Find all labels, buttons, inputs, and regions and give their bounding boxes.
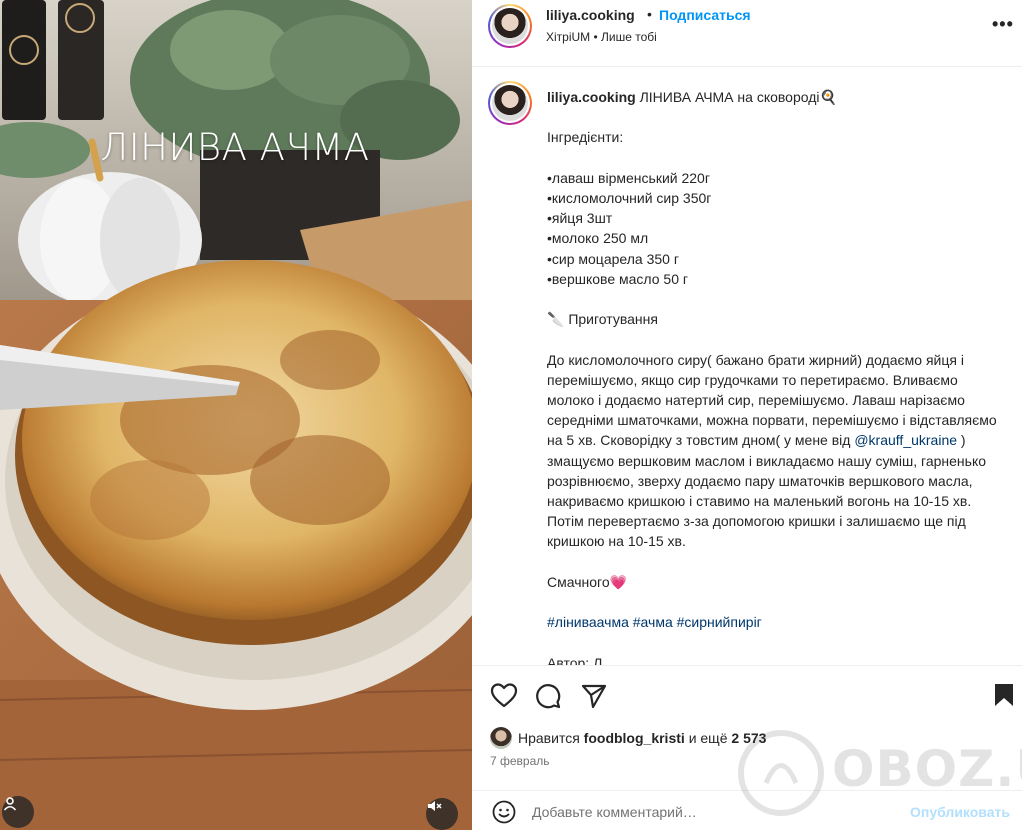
comment-input[interactable] [532, 801, 892, 823]
post-side-panel: liliya.cooking • Подписаться ХітріUM • Л… [472, 0, 1022, 830]
ingredient-item: •сир моцарела 350 г [547, 250, 679, 267]
liker-avatar[interactable] [490, 727, 512, 749]
media-overlay-title: ЛІНИВА АЧМА [100, 126, 370, 169]
ingredient-item: •яйця 3шт [547, 210, 613, 227]
follow-button[interactable]: Подписаться [659, 7, 751, 23]
method-paragraph: До кисломолочного сиру( бажано брати жир… [547, 350, 1002, 552]
post-date[interactable]: 7 февраль [490, 754, 550, 768]
heart-emoji: 💗 [609, 573, 628, 590]
ingredient-item: •кисломолочний сир 350г [547, 189, 712, 206]
method-text-part2: ) змащуємо вершковим маслом і викладаємо… [547, 432, 987, 550]
likes-count[interactable]: 2 573 [731, 730, 766, 746]
knife-emoji: 🔪 [547, 311, 565, 328]
ingredients-heading: Інгредієнти: [547, 129, 624, 146]
tagged-users-button[interactable] [2, 796, 34, 828]
hashtags-link[interactable]: #ліниваачма #ачма #сирнийпиріг [547, 612, 1002, 632]
emoji-picker-button[interactable] [492, 800, 516, 829]
ingredient-item: •вершкове масло 50 г [547, 270, 688, 287]
publish-comment-button[interactable]: Опубликовать [910, 804, 1010, 820]
caption-username-link[interactable]: liliya.cooking [547, 89, 636, 105]
more-options-button[interactable]: ••• [992, 14, 1014, 35]
likes-middle: и ещё [688, 730, 728, 746]
comment-button[interactable] [534, 682, 562, 715]
comment-icon [536, 684, 561, 709]
preparation-heading: Приготування [568, 311, 658, 328]
caption-author-avatar[interactable] [488, 81, 532, 125]
header-audio-subtitle[interactable]: ХітріUM • Лише тобі [546, 30, 657, 44]
speaker-muted-icon [428, 801, 442, 811]
user-tag-icon [3, 797, 17, 811]
likes-prefix: Нравится [518, 730, 580, 746]
save-button[interactable] [992, 682, 1016, 713]
mention-link[interactable]: @krauff_ukraine [854, 432, 957, 448]
caption-cut-line: Автор: Л [547, 654, 603, 665]
caption-text: liliya.cooking ЛІНИВА АЧМА на сковороді🍳… [547, 87, 1002, 665]
ingredient-item: •лаваш вірменський 220г [547, 169, 710, 186]
action-bar [472, 665, 1022, 725]
smiley-icon [492, 800, 516, 824]
share-button[interactable] [580, 682, 608, 715]
header-separator: • [647, 6, 652, 22]
frying-pan-emoji: 🍳 [819, 89, 837, 105]
post-header: liliya.cooking • Подписаться ХітріUM • Л… [472, 0, 1022, 67]
food-photo [0, 0, 472, 830]
tasty-text: Смачного [547, 573, 610, 590]
bookmark-icon [995, 684, 1013, 706]
comment-composer: Опубликовать [472, 790, 1022, 830]
caption-scroll-area[interactable]: liliya.cooking ЛІНИВА АЧМА на сковороді🍳… [472, 67, 1022, 665]
liker-username-link[interactable]: foodblog_kristi [584, 730, 685, 746]
heart-icon [490, 683, 518, 708]
more-horizontal-icon: ••• [992, 14, 1014, 34]
post-media[interactable]: ЛІНИВА АЧМА [0, 0, 472, 830]
caption-title: ЛІНИВА АЧМА на сковороді [639, 89, 820, 105]
like-button[interactable] [490, 682, 518, 713]
mute-toggle-button[interactable] [426, 798, 458, 830]
ingredient-item: •молоко 250 мл [547, 230, 649, 247]
author-avatar[interactable] [488, 4, 532, 48]
author-username-link[interactable]: liliya.cooking [546, 7, 635, 23]
likes-summary[interactable]: Нравится foodblog_kristi и ещё 2 573 [490, 726, 766, 750]
send-icon [581, 684, 607, 709]
